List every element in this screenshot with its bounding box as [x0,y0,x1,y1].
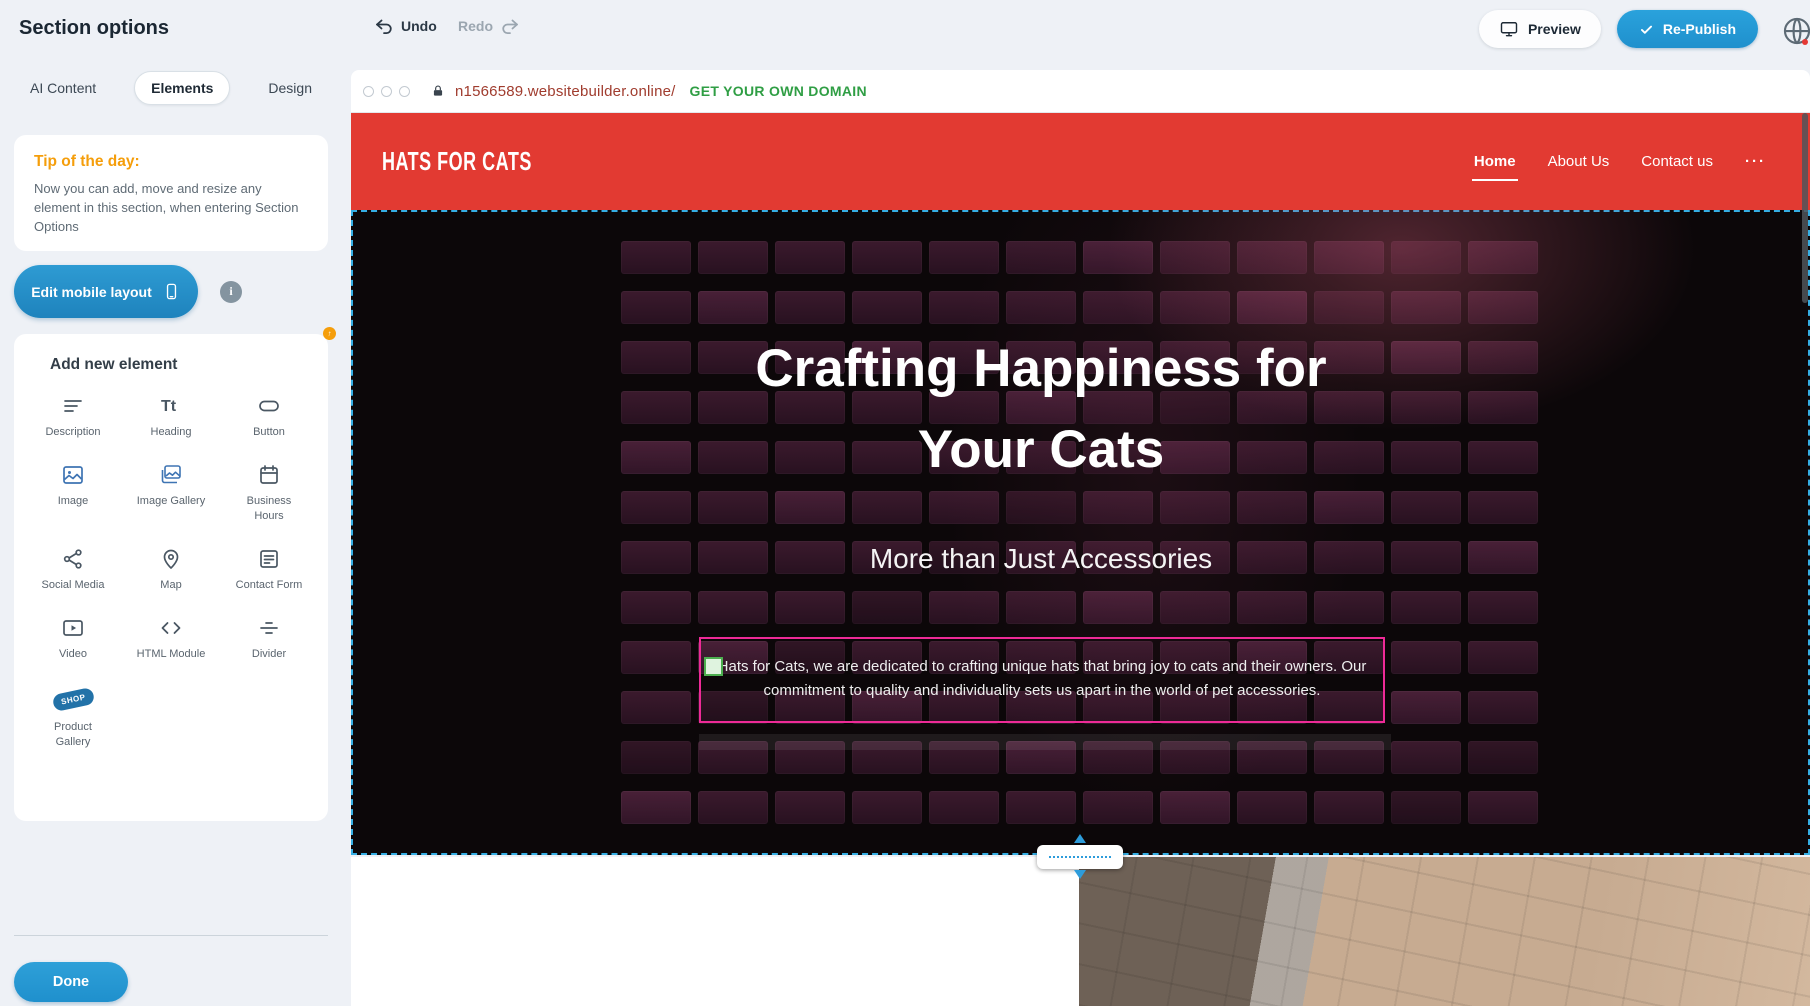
element-video[interactable]: Video [24,616,122,661]
add-new-element-title: Add new element [50,356,328,374]
image-gallery-icon [159,463,183,487]
element-button[interactable]: Button [220,394,318,439]
info-icon[interactable]: i [220,281,242,303]
preview-label: Preview [1528,21,1581,37]
hero-heading[interactable]: Crafting Happiness for Your Cats [351,328,1731,490]
heading-icon: Tt [159,394,183,418]
site-url: n1566589.websitebuilder.online/ [455,83,676,100]
map-icon [159,547,183,571]
element-social-media[interactable]: Social Media [24,547,122,592]
preview-button[interactable]: Preview [1479,10,1601,48]
monitor-icon [1499,19,1519,39]
phone-icon [162,282,181,301]
element-map[interactable]: Map [122,547,220,592]
window-dot [363,86,374,97]
button-icon [257,394,281,418]
check-icon [1639,22,1654,37]
element-heading[interactable]: Tt Heading [122,394,220,439]
resize-handle-bar [1037,845,1123,869]
element-grid: Description Tt Heading Button Image Imag… [14,394,328,749]
selected-text-element[interactable]: Hats for Cats, we are dedicated to craft… [699,637,1385,723]
scrollbar[interactable] [1802,113,1808,303]
hero-section[interactable]: Crafting Happiness for Your Cats More th… [351,210,1810,855]
html-module-icon [159,616,183,640]
tab-ai-content[interactable]: AI Content [14,72,112,104]
nav-contact-us[interactable]: Contact us [1641,153,1713,170]
edit-mobile-layout-button[interactable]: Edit mobile layout [14,265,198,318]
lock-icon [431,84,445,98]
add-new-element-panel: Add new element Description Tt Heading B… [14,334,328,821]
redo-button[interactable]: Redo [458,16,520,36]
hero-subheading[interactable]: More than Just Accessories [351,543,1731,575]
element-image-gallery[interactable]: Image Gallery [122,463,220,523]
nav-about-us[interactable]: About Us [1548,153,1610,170]
page-title: Section options [19,17,169,40]
element-divider[interactable]: Divider [220,616,318,661]
window-dot [399,86,410,97]
redo-label: Redo [458,18,493,34]
undo-button[interactable]: Undo [374,16,437,36]
redo-icon [500,16,520,36]
hero-paragraph: Hats for Cats, we are dedicated to craft… [713,655,1371,703]
element-image[interactable]: Image [24,463,122,523]
undo-icon [374,16,394,36]
browser-chrome: n1566589.websitebuilder.online/ GET YOUR… [351,70,1810,113]
image-icon [61,463,85,487]
divider-icon [257,616,281,640]
tab-design[interactable]: Design [252,72,328,104]
element-html-module[interactable]: HTML Module [122,616,220,661]
get-domain-link[interactable]: GET YOUR OWN DOMAIN [690,83,867,99]
edit-mobile-label: Edit mobile layout [31,284,152,300]
tip-of-the-day-card: Tip of the day: Now you can add, move an… [14,135,328,251]
element-description[interactable]: Description [24,394,122,439]
next-section-photo [1079,857,1810,1006]
site-logo[interactable]: HATS FOR CATS [382,146,532,176]
done-button[interactable]: Done [14,962,128,1002]
svg-text:Tt: Tt [161,398,177,415]
social-media-icon [61,547,85,571]
republish-button[interactable]: Re-Publish [1617,10,1758,48]
republish-label: Re-Publish [1663,21,1736,37]
sidebar-tabs: AI Content Elements Design [14,71,328,105]
tip-body: Now you can add, move and resize any ele… [34,180,308,237]
upgrade-badge-icon: ↑ [322,326,337,341]
product-gallery-icon: SHOP ↑ [53,685,94,713]
video-icon [61,616,85,640]
undo-label: Undo [401,18,437,34]
nav-home[interactable]: Home [1474,153,1516,170]
next-section-blank [351,857,1079,1006]
drag-handle[interactable] [704,657,723,676]
mobile-layout-row: Edit mobile layout i [14,265,242,318]
resize-arrow-down-icon [1074,870,1086,879]
window-dot [381,86,392,97]
site-nav: Home About Us Contact us ··· [1474,113,1766,210]
nav-more-icon[interactable]: ··· [1745,153,1766,170]
site-preview-header: HATS FOR CATS Home About Us Contact us ·… [351,113,1810,210]
element-product-gallery[interactable]: SHOP ↑ Product Gallery [24,685,122,749]
notification-dot [1802,39,1808,45]
shop-tag: SHOP [51,687,94,712]
element-contact-form[interactable]: Contact Form [220,547,318,592]
resize-arrow-up-icon [1074,834,1086,843]
element-business-hours[interactable]: Business Hours [220,463,318,523]
topbar: Section options Undo Redo Preview [0,0,1810,58]
element-hover-band [699,734,1391,750]
sidebar-divider [14,935,328,936]
business-hours-icon [257,463,281,487]
left-sidebar: AI Content Elements Design Tip of the da… [0,58,351,1006]
website-builder-app: Section options Undo Redo Preview [0,0,1810,1006]
topbar-actions: Preview Re-Publish [1479,10,1758,48]
tip-title: Tip of the day: [34,153,308,171]
tab-elements[interactable]: Elements [134,71,230,105]
section-resize-handle[interactable] [1037,845,1123,869]
description-icon [61,394,85,418]
contact-form-icon [257,547,281,571]
